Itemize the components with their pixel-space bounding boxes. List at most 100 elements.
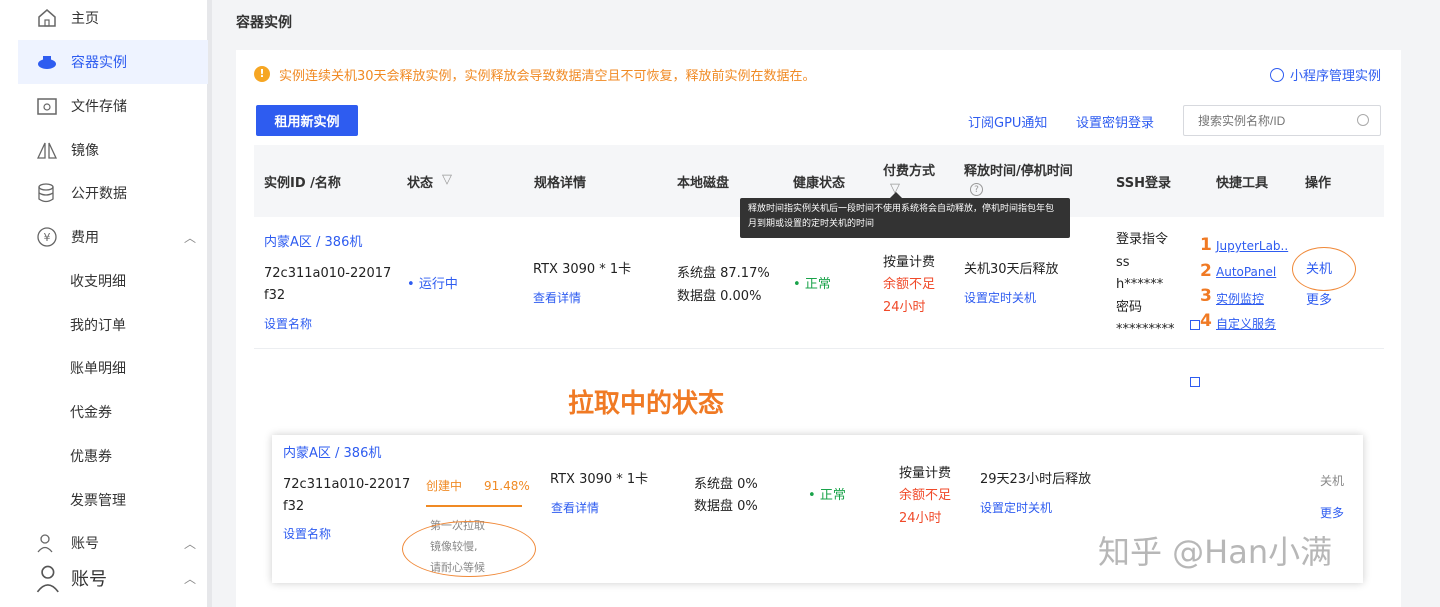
set-name-link[interactable]: 设置名称 (283, 523, 331, 545)
billing-type: 按量计费 (883, 255, 936, 270)
instance-id-line1: 72c311a010-22017 (283, 477, 411, 492)
sidebar-sub-voucher[interactable]: 代金券 (70, 402, 112, 422)
status-text: 运行中 (418, 277, 458, 292)
user-icon (36, 565, 59, 593)
sidebar-item-container[interactable]: 容器实例 (18, 40, 208, 84)
copy-icon[interactable] (1190, 320, 1200, 330)
mini-program-label: 小程序管理实例 (1289, 69, 1381, 84)
system-disk: 系统盘 87.17% (677, 266, 770, 281)
view-detail-link[interactable]: 查看详情 (551, 497, 599, 519)
home-icon (38, 9, 56, 27)
th-tools: 快捷工具 (1216, 176, 1269, 191)
sidebar-item-label: 容器实例 (71, 55, 127, 71)
th-health: 健康状态 (793, 176, 846, 191)
mini-program-link[interactable]: 小程序管理实例 (1269, 65, 1381, 84)
status-creating: 创建中 (426, 479, 463, 493)
page-title: 容器实例 (236, 15, 292, 31)
sidebar-sub-invoice[interactable]: 发票管理 (70, 490, 126, 510)
health-status: • 正常 (808, 488, 846, 503)
ssh-command-label: 登录指令 (1116, 232, 1169, 247)
sidebar-item-home[interactable]: 主页 (18, 0, 208, 40)
balance-warning-2: 24小时 (899, 511, 942, 526)
set-name-link[interactable]: 设置名称 (264, 313, 312, 335)
sidebar-sub-coupon[interactable]: 优惠券 (70, 446, 112, 466)
view-detail-link[interactable]: 查看详情 (533, 287, 581, 309)
chevron-up-icon: ︿ (184, 536, 197, 551)
more-link[interactable]: 更多 (1320, 502, 1344, 524)
sidebar-item-account-large[interactable]: 账号 ︿ (18, 556, 208, 600)
sidebar-item-fee[interactable]: ¥ 费用 ︿ (18, 215, 208, 259)
set-timer-shutdown-link[interactable]: 设置定时关机 (964, 287, 1036, 309)
instance-monitor-link[interactable]: 实例监控 (1216, 290, 1264, 307)
instance-id-line2: f32 (283, 499, 305, 514)
tool-number-4: 4 (1200, 311, 1212, 331)
sidebar-item-label: 文件存储 (71, 99, 127, 115)
rent-new-instance-button[interactable]: 租用新实例 (256, 105, 358, 136)
help-icon[interactable]: ? (970, 183, 983, 196)
ssh-password-value: ********* (1116, 322, 1175, 337)
custom-service-link[interactable]: 自定义服务 (1216, 315, 1276, 332)
instance-region[interactable]: 内蒙A区 / 386机 (264, 232, 362, 254)
th-billing: 付费方式 (883, 164, 936, 179)
th-ops: 操作 (1305, 176, 1332, 191)
th-ssh: SSH登录 (1116, 176, 1172, 191)
container-icon (38, 56, 56, 69)
health-text: 正常 (804, 277, 831, 292)
caption-pulling-state: 拉取中的状态 (568, 389, 725, 419)
svg-text:¥: ¥ (44, 231, 51, 244)
sidebar-item-dataset[interactable]: 公开数据 (18, 171, 208, 215)
mini-program-icon (1269, 67, 1284, 82)
database-icon (38, 183, 54, 203)
instance-id-line2: f32 (264, 288, 286, 303)
filter-icon[interactable]: ▽ (442, 172, 452, 187)
highlight-oval (402, 521, 536, 577)
progress-percent: 91.48% (484, 479, 530, 493)
more-link[interactable]: 更多 (1306, 290, 1332, 312)
tool-number-2: 2 (1200, 261, 1212, 281)
copy-icon[interactable] (1190, 377, 1200, 387)
release-time-tooltip: 释放时间指实例关机后一段时间不使用系统将会自动释放，停机时间指包年包月到期或设置… (740, 192, 1070, 238)
th-id-name: 实例ID /名称 (264, 176, 341, 191)
warning-text: 实例连续关机30天会释放实例，实例释放会导致数据清空且不可恢复，释放前实例在数据… (279, 69, 816, 84)
progress-bar (426, 505, 522, 507)
search-input[interactable] (1183, 105, 1381, 136)
highlight-oval (1292, 247, 1356, 291)
user-icon (37, 534, 53, 553)
release-time: 29天23小时后释放 (980, 472, 1092, 487)
sidebar-item-label: 镜像 (71, 143, 99, 159)
sidebar-item-label: 账号 (71, 536, 99, 552)
sidebar-sub-orders[interactable]: 我的订单 (70, 315, 126, 335)
chevron-up-icon: ︿ (184, 571, 197, 586)
balance-warning-1: 余额不足 (883, 277, 936, 292)
search-icon[interactable] (1357, 114, 1369, 126)
gpu-spec: RTX 3090 * 1卡 (550, 472, 649, 487)
balance-warning-2: 24小时 (883, 300, 926, 315)
watermark: 知乎 @Han小满 (1098, 533, 1333, 571)
subscribe-gpu-link[interactable]: 订阅GPU通知 (968, 112, 1047, 131)
sidebar-sub-bills[interactable]: 账单明细 (70, 358, 126, 378)
th-status: 状态 (407, 176, 434, 191)
sidebar-item-label: 公开数据 (71, 186, 127, 202)
autopanel-link[interactable]: AutoPanel (1216, 265, 1276, 279)
storage-icon (37, 98, 57, 115)
sidebar: 主页 容器实例 文件存储 镜像 公开数据 ¥ 费用 ︿ 收支明细 我的订单 账单… (0, 0, 212, 607)
yuan-icon: ¥ (37, 227, 57, 247)
ssh-password-label: 密码 (1116, 300, 1143, 315)
gpu-spec: RTX 3090 * 1卡 (533, 262, 632, 277)
health-status: • 正常 (793, 277, 831, 292)
sidebar-item-image[interactable]: 镜像 (18, 128, 208, 172)
chevron-up-icon: ︿ (184, 230, 197, 245)
jupyterlab-link[interactable]: JupyterLab.. (1216, 239, 1288, 253)
sidebar-item-storage[interactable]: 文件存储 (18, 84, 208, 128)
warning-icon: ! (254, 66, 270, 82)
set-key-login-link[interactable]: 设置密钥登录 (1076, 112, 1154, 131)
th-release: 释放时间/停机时间 (964, 164, 1073, 179)
status-running: • 运行中 (407, 277, 458, 292)
data-disk: 数据盘 0% (694, 499, 758, 514)
sidebar-sub-income[interactable]: 收支明细 (70, 271, 126, 291)
image-icon (36, 142, 58, 159)
tool-number-1: 1 (1200, 235, 1212, 255)
instance-region[interactable]: 内蒙A区 / 386机 (283, 443, 381, 465)
set-timer-shutdown-link[interactable]: 设置定时关机 (980, 497, 1052, 519)
instance-panel: ! 实例连续关机30天会释放实例，实例释放会导致数据清空且不可恢复，释放前实例在… (236, 50, 1401, 607)
